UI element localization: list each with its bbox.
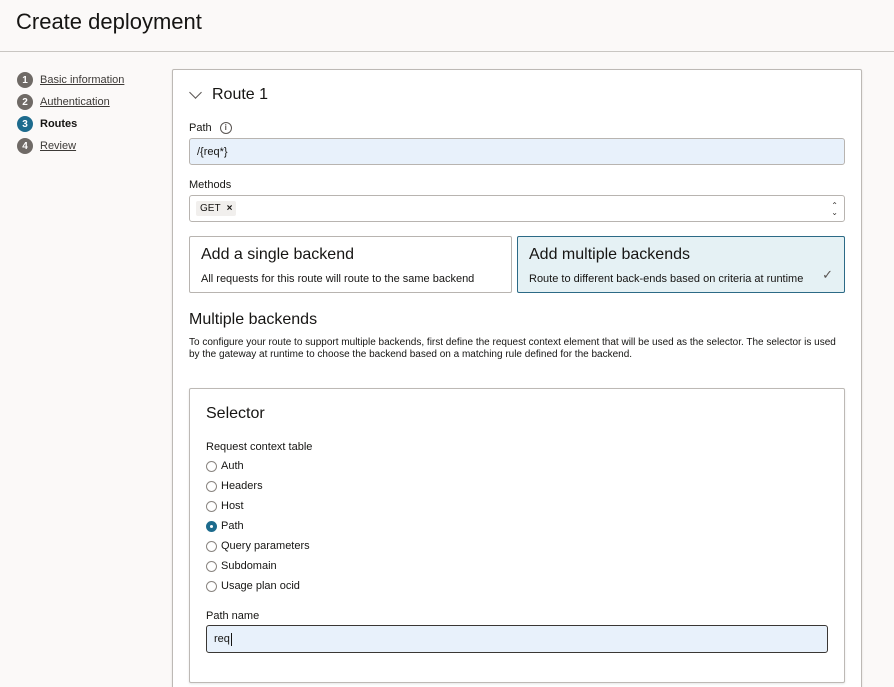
single-backend-card[interactable]: Add a single backend All requests for th… xyxy=(189,236,512,293)
route-toggle[interactable]: Route 1 xyxy=(189,86,269,104)
radio-query-parameters[interactable]: Query parameters xyxy=(206,536,310,556)
radio-subdomain[interactable]: Subdomain xyxy=(206,556,310,576)
radio-button[interactable] xyxy=(206,580,217,592)
radio-host[interactable]: Host xyxy=(206,496,310,516)
card-title: Add multiple backends xyxy=(529,246,690,263)
radio-label: Auth xyxy=(221,460,244,472)
request-context-radio-group: Auth Headers Host Path Query parameters … xyxy=(206,456,310,596)
step-number: 2 xyxy=(17,94,33,110)
step-basic-information[interactable]: 1 Basic information xyxy=(17,69,124,91)
step-label[interactable]: Basic information xyxy=(40,74,124,86)
radio-label: Query parameters xyxy=(221,540,310,552)
info-icon[interactable]: i xyxy=(219,122,232,135)
path-input[interactable]: /{req*} xyxy=(189,138,845,165)
radio-auth[interactable]: Auth xyxy=(206,456,310,476)
methods-label: Methods xyxy=(189,179,232,191)
radio-usage-plan-ocid[interactable]: Usage plan ocid xyxy=(206,576,310,596)
step-routes: 3 Routes xyxy=(17,113,124,135)
method-chip-label: GET xyxy=(200,203,221,214)
request-context-label: Request context table xyxy=(206,441,313,453)
radio-headers[interactable]: Headers xyxy=(206,476,310,496)
method-chip: GET × xyxy=(196,201,237,216)
step-authentication[interactable]: 2 Authentication xyxy=(17,91,124,113)
wizard-steps: 1 Basic information 2 Authentication 3 R… xyxy=(17,69,124,157)
methods-select[interactable]: GET × ⌃ ⌄ xyxy=(189,195,845,222)
checkmark-icon: ✓ xyxy=(822,267,833,282)
radio-label: Host xyxy=(221,500,244,512)
step-label[interactable]: Authentication xyxy=(40,96,110,108)
close-icon[interactable]: × xyxy=(227,203,233,214)
selector-title: Selector xyxy=(206,405,265,422)
multiple-backends-card[interactable]: Add multiple backends Route to different… xyxy=(517,236,845,293)
step-number: 3 xyxy=(17,116,33,132)
step-label[interactable]: Review xyxy=(40,140,76,152)
page-title: Create deployment xyxy=(16,9,202,34)
step-review[interactable]: 4 Review xyxy=(17,135,124,157)
radio-label: Usage plan ocid xyxy=(221,580,300,592)
card-description: All requests for this route will route t… xyxy=(201,273,475,285)
radio-label: Subdomain xyxy=(221,560,277,572)
step-label: Routes xyxy=(40,118,78,130)
radio-label: Headers xyxy=(221,480,263,492)
path-label: Path xyxy=(189,122,212,134)
multiple-backends-title: Multiple backends xyxy=(189,311,318,328)
radio-button[interactable] xyxy=(206,460,217,472)
radio-button[interactable] xyxy=(206,480,217,492)
text-cursor xyxy=(230,632,232,646)
step-number: 4 xyxy=(17,138,33,154)
radio-button[interactable] xyxy=(206,500,217,512)
radio-button[interactable] xyxy=(206,520,217,532)
selector-section: Selector Request context table Auth Head… xyxy=(189,388,845,683)
radio-button[interactable] xyxy=(206,540,217,552)
chevron-down-icon xyxy=(189,86,202,99)
path-input-value: /{req*} xyxy=(197,145,228,158)
card-description: Route to different back-ends based on cr… xyxy=(529,273,804,285)
route-panel: Route 1 Path i /{req*} Methods GET × ⌃ ⌄ … xyxy=(172,69,862,687)
path-name-label: Path name xyxy=(206,610,260,622)
path-name-input[interactable]: req xyxy=(206,625,828,653)
radio-button[interactable] xyxy=(206,560,217,572)
radio-label: Path xyxy=(221,520,244,532)
multiple-backends-description: To configure your route to support multi… xyxy=(189,337,836,360)
path-label-row: Path i xyxy=(189,122,232,135)
route-title: Route 1 xyxy=(212,86,269,103)
page-header: Create deployment xyxy=(0,0,894,52)
step-number: 1 xyxy=(17,72,33,88)
select-arrows-icon: ⌃ ⌄ xyxy=(831,201,838,217)
card-title: Add a single backend xyxy=(201,246,354,263)
path-name-value: req xyxy=(214,633,230,645)
radio-path[interactable]: Path xyxy=(206,516,310,536)
